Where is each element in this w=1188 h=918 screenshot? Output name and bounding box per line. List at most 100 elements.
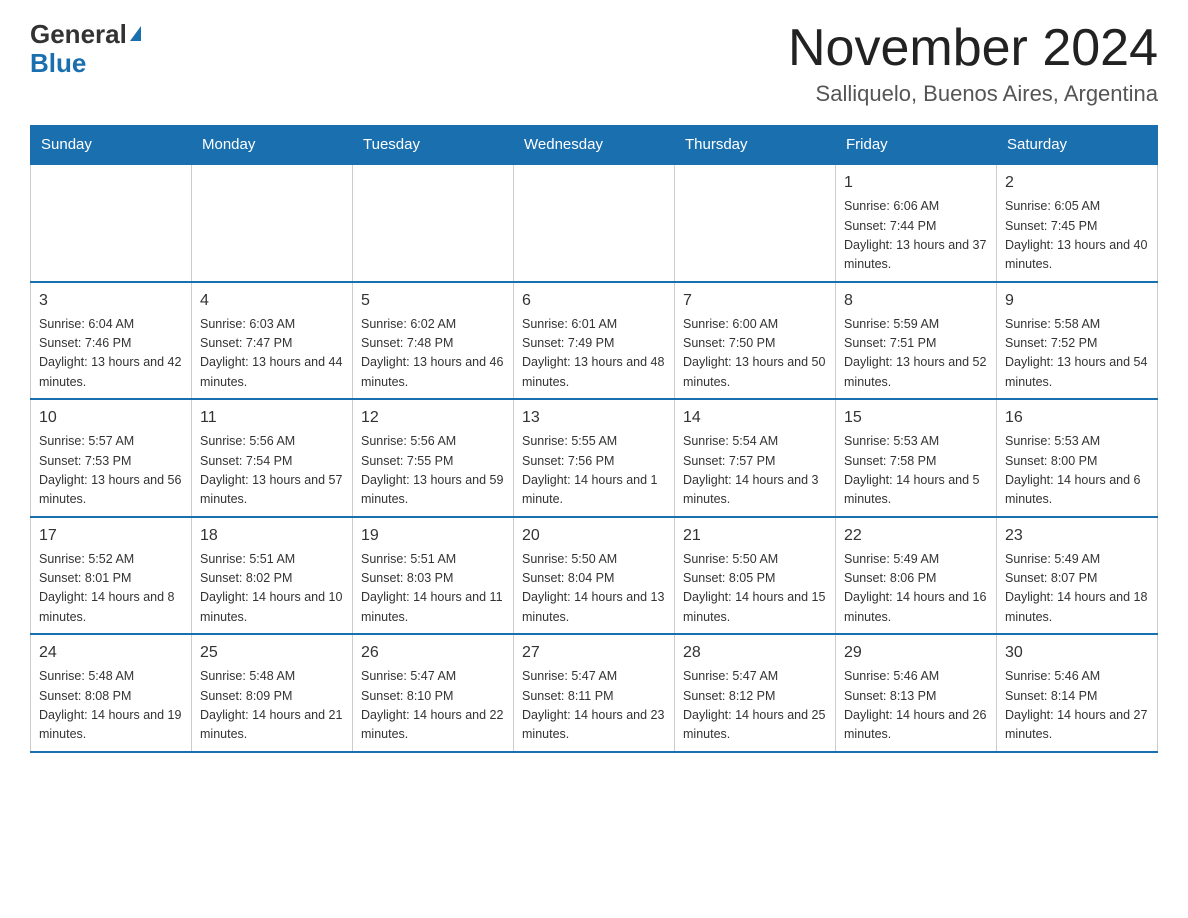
calendar-cell: 24Sunrise: 5:48 AMSunset: 8:08 PMDayligh… (31, 634, 192, 752)
calendar-day-header-thursday: Thursday (675, 126, 836, 165)
day-number: 1 (844, 171, 988, 195)
calendar-cell: 8Sunrise: 5:59 AMSunset: 7:51 PMDaylight… (836, 282, 997, 400)
day-number: 25 (200, 641, 344, 665)
calendar-week-1: 1Sunrise: 6:06 AMSunset: 7:44 PMDaylight… (31, 164, 1158, 282)
calendar-week-3: 10Sunrise: 5:57 AMSunset: 7:53 PMDayligh… (31, 399, 1158, 517)
calendar-week-2: 3Sunrise: 6:04 AMSunset: 7:46 PMDaylight… (31, 282, 1158, 400)
day-info: Sunrise: 5:51 AMSunset: 8:02 PMDaylight:… (200, 550, 344, 628)
day-number: 28 (683, 641, 827, 665)
calendar-cell: 15Sunrise: 5:53 AMSunset: 7:58 PMDayligh… (836, 399, 997, 517)
day-info: Sunrise: 5:49 AMSunset: 8:06 PMDaylight:… (844, 550, 988, 628)
calendar-cell: 19Sunrise: 5:51 AMSunset: 8:03 PMDayligh… (353, 517, 514, 635)
calendar-cell (353, 164, 514, 282)
calendar-day-header-sunday: Sunday (31, 126, 192, 165)
calendar-cell: 14Sunrise: 5:54 AMSunset: 7:57 PMDayligh… (675, 399, 836, 517)
day-info: Sunrise: 5:53 AMSunset: 7:58 PMDaylight:… (844, 432, 988, 510)
logo: General Blue (30, 20, 141, 77)
day-number: 4 (200, 289, 344, 313)
day-info: Sunrise: 5:47 AMSunset: 8:12 PMDaylight:… (683, 667, 827, 745)
calendar-cell: 27Sunrise: 5:47 AMSunset: 8:11 PMDayligh… (514, 634, 675, 752)
logo-blue-text: Blue (30, 48, 86, 78)
day-number: 22 (844, 524, 988, 548)
day-info: Sunrise: 5:56 AMSunset: 7:54 PMDaylight:… (200, 432, 344, 510)
calendar-day-header-monday: Monday (192, 126, 353, 165)
title-section: November 2024 Salliquelo, Buenos Aires, … (788, 20, 1158, 107)
day-info: Sunrise: 5:52 AMSunset: 8:01 PMDaylight:… (39, 550, 183, 628)
day-info: Sunrise: 5:50 AMSunset: 8:04 PMDaylight:… (522, 550, 666, 628)
day-info: Sunrise: 5:46 AMSunset: 8:14 PMDaylight:… (1005, 667, 1149, 745)
day-info: Sunrise: 5:47 AMSunset: 8:10 PMDaylight:… (361, 667, 505, 745)
day-number: 29 (844, 641, 988, 665)
day-info: Sunrise: 5:47 AMSunset: 8:11 PMDaylight:… (522, 667, 666, 745)
calendar-cell (514, 164, 675, 282)
day-info: Sunrise: 5:53 AMSunset: 8:00 PMDaylight:… (1005, 432, 1149, 510)
day-number: 6 (522, 289, 666, 313)
day-number: 8 (844, 289, 988, 313)
calendar-cell: 22Sunrise: 5:49 AMSunset: 8:06 PMDayligh… (836, 517, 997, 635)
calendar-cell (192, 164, 353, 282)
day-info: Sunrise: 5:58 AMSunset: 7:52 PMDaylight:… (1005, 315, 1149, 393)
page-header: General Blue November 2024 Salliquelo, B… (30, 20, 1158, 107)
day-number: 20 (522, 524, 666, 548)
calendar-cell: 17Sunrise: 5:52 AMSunset: 8:01 PMDayligh… (31, 517, 192, 635)
calendar-cell: 3Sunrise: 6:04 AMSunset: 7:46 PMDaylight… (31, 282, 192, 400)
day-info: Sunrise: 6:02 AMSunset: 7:48 PMDaylight:… (361, 315, 505, 393)
day-info: Sunrise: 6:00 AMSunset: 7:50 PMDaylight:… (683, 315, 827, 393)
calendar-cell: 5Sunrise: 6:02 AMSunset: 7:48 PMDaylight… (353, 282, 514, 400)
calendar-day-header-saturday: Saturday (997, 126, 1158, 165)
day-info: Sunrise: 5:57 AMSunset: 7:53 PMDaylight:… (39, 432, 183, 510)
calendar-cell: 4Sunrise: 6:03 AMSunset: 7:47 PMDaylight… (192, 282, 353, 400)
day-number: 9 (1005, 289, 1149, 313)
day-info: Sunrise: 5:56 AMSunset: 7:55 PMDaylight:… (361, 432, 505, 510)
day-number: 13 (522, 406, 666, 430)
day-info: Sunrise: 5:54 AMSunset: 7:57 PMDaylight:… (683, 432, 827, 510)
day-info: Sunrise: 5:55 AMSunset: 7:56 PMDaylight:… (522, 432, 666, 510)
calendar-header-row: SundayMondayTuesdayWednesdayThursdayFrid… (31, 126, 1158, 165)
day-number: 11 (200, 406, 344, 430)
day-info: Sunrise: 5:50 AMSunset: 8:05 PMDaylight:… (683, 550, 827, 628)
calendar-cell: 6Sunrise: 6:01 AMSunset: 7:49 PMDaylight… (514, 282, 675, 400)
calendar-cell: 11Sunrise: 5:56 AMSunset: 7:54 PMDayligh… (192, 399, 353, 517)
calendar-day-header-friday: Friday (836, 126, 997, 165)
calendar-cell: 28Sunrise: 5:47 AMSunset: 8:12 PMDayligh… (675, 634, 836, 752)
calendar-day-header-tuesday: Tuesday (353, 126, 514, 165)
day-info: Sunrise: 6:04 AMSunset: 7:46 PMDaylight:… (39, 315, 183, 393)
calendar-cell: 29Sunrise: 5:46 AMSunset: 8:13 PMDayligh… (836, 634, 997, 752)
calendar-cell: 26Sunrise: 5:47 AMSunset: 8:10 PMDayligh… (353, 634, 514, 752)
calendar-table: SundayMondayTuesdayWednesdayThursdayFrid… (30, 125, 1158, 753)
day-info: Sunrise: 6:05 AMSunset: 7:45 PMDaylight:… (1005, 197, 1149, 275)
day-number: 27 (522, 641, 666, 665)
calendar-cell (675, 164, 836, 282)
day-info: Sunrise: 5:48 AMSunset: 8:08 PMDaylight:… (39, 667, 183, 745)
day-number: 30 (1005, 641, 1149, 665)
day-info: Sunrise: 5:59 AMSunset: 7:51 PMDaylight:… (844, 315, 988, 393)
day-info: Sunrise: 5:49 AMSunset: 8:07 PMDaylight:… (1005, 550, 1149, 628)
logo-general-text: General (30, 20, 127, 49)
day-number: 2 (1005, 171, 1149, 195)
day-number: 23 (1005, 524, 1149, 548)
day-number: 18 (200, 524, 344, 548)
calendar-day-header-wednesday: Wednesday (514, 126, 675, 165)
calendar-cell: 30Sunrise: 5:46 AMSunset: 8:14 PMDayligh… (997, 634, 1158, 752)
month-title: November 2024 (788, 20, 1158, 77)
calendar-cell: 23Sunrise: 5:49 AMSunset: 8:07 PMDayligh… (997, 517, 1158, 635)
calendar-week-5: 24Sunrise: 5:48 AMSunset: 8:08 PMDayligh… (31, 634, 1158, 752)
calendar-cell: 7Sunrise: 6:00 AMSunset: 7:50 PMDaylight… (675, 282, 836, 400)
day-number: 16 (1005, 406, 1149, 430)
logo-triangle-icon (130, 26, 141, 41)
day-number: 15 (844, 406, 988, 430)
day-info: Sunrise: 6:01 AMSunset: 7:49 PMDaylight:… (522, 315, 666, 393)
location-title: Salliquelo, Buenos Aires, Argentina (788, 81, 1158, 107)
calendar-cell: 12Sunrise: 5:56 AMSunset: 7:55 PMDayligh… (353, 399, 514, 517)
day-number: 7 (683, 289, 827, 313)
day-info: Sunrise: 6:06 AMSunset: 7:44 PMDaylight:… (844, 197, 988, 275)
day-number: 21 (683, 524, 827, 548)
calendar-cell: 20Sunrise: 5:50 AMSunset: 8:04 PMDayligh… (514, 517, 675, 635)
calendar-cell: 9Sunrise: 5:58 AMSunset: 7:52 PMDaylight… (997, 282, 1158, 400)
calendar-cell (31, 164, 192, 282)
calendar-cell: 2Sunrise: 6:05 AMSunset: 7:45 PMDaylight… (997, 164, 1158, 282)
day-number: 17 (39, 524, 183, 548)
day-info: Sunrise: 6:03 AMSunset: 7:47 PMDaylight:… (200, 315, 344, 393)
day-number: 19 (361, 524, 505, 548)
calendar-cell: 13Sunrise: 5:55 AMSunset: 7:56 PMDayligh… (514, 399, 675, 517)
